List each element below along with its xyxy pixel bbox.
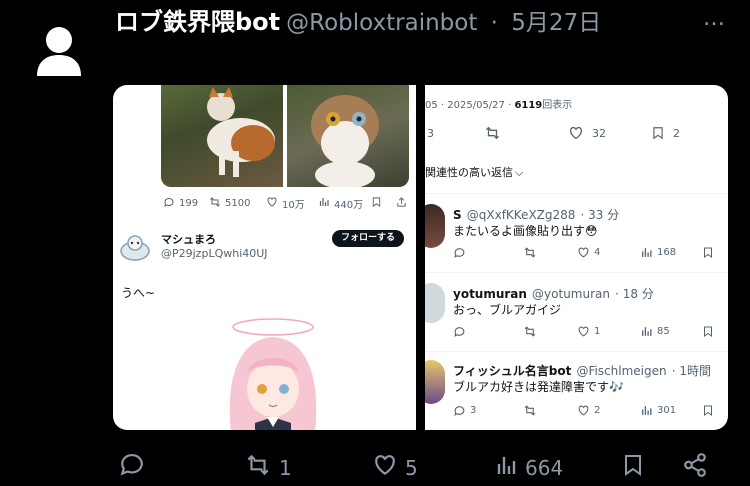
cat-photo-2 — [287, 85, 409, 187]
reply-icon — [163, 196, 175, 211]
display-name[interactable]: ロブ鉄界隈bot — [115, 8, 280, 36]
tweet-date[interactable]: 5月27日 — [511, 10, 601, 36]
views-count: 6119 — [514, 100, 543, 111]
view-count[interactable]: 440万 — [318, 196, 363, 211]
reply-count[interactable]: 199 — [163, 196, 198, 211]
heart-icon — [266, 196, 278, 211]
view-count: 664 — [525, 455, 564, 480]
post-meta: 05 · 2025/05/27 · 6119回表示 — [425, 100, 573, 111]
retweet-icon[interactable] — [523, 404, 537, 417]
embedded-screenshot-right[interactable]: 05 · 2025/05/27 · 6119回表示 3 32 2 関連性の高い返… — [425, 85, 728, 430]
chevron-down-icon: ⌵ — [515, 166, 524, 179]
bookmark-icon — [621, 452, 645, 483]
like-count: 5 — [405, 455, 418, 480]
retweet-icon[interactable] — [484, 125, 501, 141]
bookmark-icon[interactable] — [371, 196, 382, 208]
reply-view-count[interactable]: 301 — [640, 404, 676, 417]
tweet-action-bar: 1 5 664 — [0, 440, 750, 486]
reply-view-count[interactable]: 85 — [640, 325, 670, 338]
retweet-button[interactable]: 1 — [243, 452, 292, 483]
retweet-icon[interactable] — [523, 246, 537, 259]
reply-avatar[interactable] — [425, 204, 445, 248]
reply-like-count[interactable]: 1 — [577, 325, 600, 338]
retweet-count[interactable]: 5100 — [209, 196, 250, 211]
reply-view-count[interactable]: 168 — [640, 246, 676, 259]
reply-item[interactable]: yotumuran @yotumuran · 18 分 おっ、ブルアガイジ 1 … — [425, 272, 728, 351]
views-icon — [318, 196, 330, 211]
more-icon[interactable]: … — [703, 6, 726, 31]
views-icon — [495, 452, 519, 483]
bookmark-icon[interactable] — [702, 246, 714, 259]
reply-like-count[interactable]: 4 — [577, 246, 600, 259]
retweet-icon — [209, 196, 221, 211]
character-illustration — [211, 313, 331, 430]
like-button[interactable]: 5 — [371, 452, 418, 483]
right-like-count[interactable]: 32 — [568, 125, 606, 141]
reply-button[interactable] — [118, 452, 146, 483]
share-button[interactable] — [681, 452, 709, 483]
share-icon — [681, 452, 709, 483]
bookmark-icon[interactable] — [702, 325, 714, 338]
reply-item[interactable]: S @qXxfKKeXZg288 · 33 分 またいるよ画像貼り出す😳 4 1… — [425, 193, 728, 272]
embedded-screenshot-left[interactable]: 199 5100 10万 440万 マシュまろ @P29jzpLQwhi40UJ… — [113, 85, 416, 430]
tweet-header: ロブ鉄界隈bot @Robloxtrainbot · 5月27日 — [115, 8, 602, 36]
like-count[interactable]: 10万 — [266, 196, 305, 211]
reply-count[interactable]: 3 — [453, 404, 476, 417]
retweet-count: 1 — [279, 455, 292, 480]
views-button[interactable]: 664 — [495, 452, 563, 483]
reply-icon — [118, 452, 146, 483]
retweet-icon — [243, 452, 273, 483]
heart-icon — [371, 452, 399, 483]
bookmark-icon[interactable] — [702, 404, 714, 417]
bookmark-button[interactable] — [621, 452, 645, 483]
right-reply-count[interactable]: 3 — [427, 127, 434, 140]
reply-avatar[interactable] — [425, 283, 445, 323]
reply-sort-dropdown[interactable]: 関連性の高い返信 ⌵ — [425, 164, 523, 180]
quoted-user-avatar[interactable] — [119, 231, 151, 263]
bookmark-icon — [653, 127, 663, 140]
quoted-post-text: うへ~ — [121, 286, 156, 300]
user-handle[interactable]: @Robloxtrainbot — [286, 10, 477, 36]
quoted-user-name[interactable]: マシュまろ — [161, 231, 216, 247]
cat-photo-1 — [161, 85, 283, 187]
follow-button[interactable]: フォローする — [332, 230, 404, 247]
reply-icon[interactable] — [453, 325, 466, 338]
reply-avatar[interactable] — [425, 360, 445, 404]
quoted-user-handle[interactable]: @P29jzpLQwhi40UJ — [161, 247, 268, 260]
retweet-icon[interactable] — [523, 325, 537, 338]
reply-item[interactable]: フィッシュル名言bot @Fischlmeigen · 1時間 ブルアカ好きは発… — [425, 351, 728, 430]
reply-like-count[interactable]: 2 — [577, 404, 600, 417]
avatar[interactable] — [36, 24, 82, 76]
reply-icon[interactable] — [453, 246, 466, 259]
right-bookmark-count[interactable]: 2 — [651, 125, 680, 141]
heart-icon — [569, 126, 583, 140]
share-icon[interactable] — [396, 196, 407, 208]
